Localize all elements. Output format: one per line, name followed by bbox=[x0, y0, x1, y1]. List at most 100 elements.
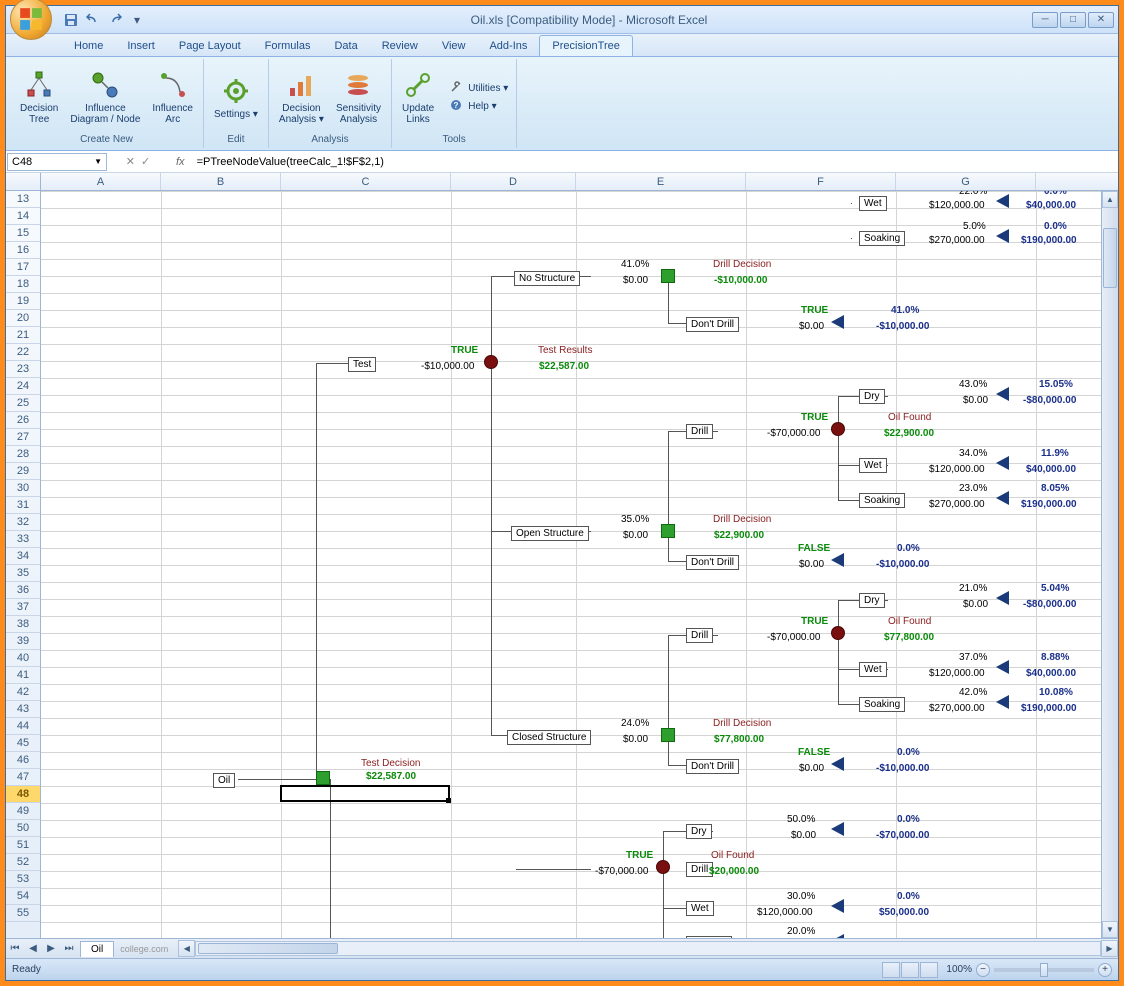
undo-icon[interactable] bbox=[84, 11, 102, 29]
row-header-41[interactable]: 41 bbox=[6, 667, 40, 684]
end-node-icon[interactable] bbox=[831, 553, 844, 567]
col-header-B[interactable]: B bbox=[161, 173, 281, 190]
decision-node-icon[interactable] bbox=[316, 771, 330, 785]
col-header-E[interactable]: E bbox=[576, 173, 746, 190]
utilities-button[interactable]: Utilities ▾ bbox=[448, 80, 510, 96]
col-header-A[interactable]: A bbox=[41, 173, 161, 190]
row-header-35[interactable]: 35 bbox=[6, 565, 40, 582]
row-header-42[interactable]: 42 bbox=[6, 684, 40, 701]
row-header-21[interactable]: 21 bbox=[6, 327, 40, 344]
chance-node-icon[interactable] bbox=[656, 860, 670, 874]
col-header-F[interactable]: F bbox=[746, 173, 896, 190]
first-sheet-button[interactable]: ⏮ bbox=[6, 941, 24, 957]
tree-node[interactable]: Drill bbox=[686, 628, 713, 643]
row-header-48[interactable]: 48 bbox=[6, 786, 40, 803]
scroll-right-button[interactable]: ▶ bbox=[1101, 940, 1118, 957]
tab-precisiontree[interactable]: PrecisionTree bbox=[539, 35, 632, 56]
vertical-scrollbar[interactable]: ▲ ▼ bbox=[1101, 191, 1118, 938]
tree-node[interactable]: No Structure bbox=[514, 271, 580, 286]
fx-icon[interactable]: fx bbox=[168, 156, 193, 168]
tree-node[interactable]: Soaking bbox=[686, 936, 732, 938]
influence-arc-button[interactable]: InfluenceArc bbox=[148, 67, 197, 127]
row-header-51[interactable]: 51 bbox=[6, 837, 40, 854]
row-header-34[interactable]: 34 bbox=[6, 548, 40, 565]
tree-node[interactable]: Dry bbox=[859, 389, 885, 404]
sensitivity-analysis-button[interactable]: SensitivityAnalysis bbox=[332, 67, 385, 127]
row-header-24[interactable]: 24 bbox=[6, 378, 40, 395]
col-header-D[interactable]: D bbox=[451, 173, 576, 190]
worksheet-grid[interactable]: OilTestNo StructureOpen StructureClosed … bbox=[41, 191, 1101, 938]
redo-icon[interactable] bbox=[106, 11, 124, 29]
tab-review[interactable]: Review bbox=[370, 36, 430, 56]
chance-node-icon[interactable] bbox=[831, 626, 845, 640]
zoom-level[interactable]: 100% bbox=[946, 964, 972, 975]
scroll-left-button[interactable]: ◀ bbox=[178, 940, 195, 957]
close-button[interactable]: ✕ bbox=[1088, 12, 1114, 28]
row-header-47[interactable]: 47 bbox=[6, 769, 40, 786]
row-header-27[interactable]: 27 bbox=[6, 429, 40, 446]
end-node-icon[interactable] bbox=[996, 194, 1009, 208]
last-sheet-button[interactable]: ⏭ bbox=[60, 941, 78, 957]
scroll-down-button[interactable]: ▼ bbox=[1102, 921, 1118, 938]
zoom-out-button[interactable]: − bbox=[976, 963, 990, 977]
tab-home[interactable]: Home bbox=[62, 36, 115, 56]
row-header-37[interactable]: 37 bbox=[6, 599, 40, 616]
row-header-14[interactable]: 14 bbox=[6, 208, 40, 225]
row-header-19[interactable]: 19 bbox=[6, 293, 40, 310]
tree-node[interactable]: Soaking bbox=[859, 231, 905, 246]
row-header-45[interactable]: 45 bbox=[6, 735, 40, 752]
tree-node[interactable]: Oil bbox=[213, 773, 235, 788]
decision-node-icon[interactable] bbox=[661, 269, 675, 283]
row-header-23[interactable]: 23 bbox=[6, 361, 40, 378]
settings-button[interactable]: Settings ▾ bbox=[210, 73, 262, 122]
end-node-icon[interactable] bbox=[996, 456, 1009, 470]
qat-dropdown-icon[interactable]: ▾ bbox=[128, 11, 146, 29]
minimize-button[interactable]: ─ bbox=[1032, 12, 1058, 28]
tree-node[interactable]: Don't Drill bbox=[686, 317, 739, 332]
chance-node-icon[interactable] bbox=[484, 355, 498, 369]
save-icon[interactable] bbox=[62, 11, 80, 29]
tree-node[interactable]: Soaking bbox=[859, 697, 905, 712]
cancel-icon[interactable]: ✕ bbox=[126, 155, 135, 168]
row-header-54[interactable]: 54 bbox=[6, 888, 40, 905]
tree-node[interactable]: Don't Drill bbox=[686, 555, 739, 570]
row-header-13[interactable]: 13 bbox=[6, 191, 40, 208]
row-header-32[interactable]: 32 bbox=[6, 514, 40, 531]
row-header-43[interactable]: 43 bbox=[6, 701, 40, 718]
row-header-39[interactable]: 39 bbox=[6, 633, 40, 650]
tree-node[interactable]: Dry bbox=[686, 824, 712, 839]
end-node-icon[interactable] bbox=[996, 387, 1009, 401]
row-header-30[interactable]: 30 bbox=[6, 480, 40, 497]
row-header-16[interactable]: 16 bbox=[6, 242, 40, 259]
tab-formulas[interactable]: Formulas bbox=[253, 36, 323, 56]
end-node-icon[interactable] bbox=[996, 491, 1009, 505]
formula-input[interactable]: =PTreeNodeValue(treeCalc_1!$F$2,1) bbox=[193, 154, 1118, 170]
decision-node-icon[interactable] bbox=[661, 728, 675, 742]
row-header-55[interactable]: 55 bbox=[6, 905, 40, 922]
end-node-icon[interactable] bbox=[996, 229, 1009, 243]
tree-node[interactable]: Don't Drill bbox=[686, 759, 739, 774]
col-header-C[interactable]: C bbox=[281, 173, 451, 190]
horizontal-scrollbar[interactable]: ◀ ▶ bbox=[178, 940, 1118, 957]
end-node-icon[interactable] bbox=[831, 899, 844, 913]
tree-node[interactable]: Open Structure bbox=[511, 526, 589, 541]
row-header-29[interactable]: 29 bbox=[6, 463, 40, 480]
zoom-slider[interactable] bbox=[994, 968, 1094, 972]
tab-add-ins[interactable]: Add-Ins bbox=[477, 36, 539, 56]
influence-diagram-node-button[interactable]: InfluenceDiagram / Node bbox=[66, 67, 144, 127]
tab-view[interactable]: View bbox=[430, 36, 478, 56]
maximize-button[interactable]: □ bbox=[1060, 12, 1086, 28]
row-header-52[interactable]: 52 bbox=[6, 854, 40, 871]
row-header-22[interactable]: 22 bbox=[6, 344, 40, 361]
row-header-46[interactable]: 46 bbox=[6, 752, 40, 769]
help-button[interactable]: ?Help ▾ bbox=[448, 98, 510, 114]
row-header-40[interactable]: 40 bbox=[6, 650, 40, 667]
row-header-53[interactable]: 53 bbox=[6, 871, 40, 888]
decision-tree-button[interactable]: DecisionTree bbox=[16, 67, 62, 127]
decision-node-icon[interactable] bbox=[661, 524, 675, 538]
row-header-26[interactable]: 26 bbox=[6, 412, 40, 429]
tree-node[interactable]: Closed Structure bbox=[507, 730, 591, 745]
row-header-18[interactable]: 18 bbox=[6, 276, 40, 293]
row-header-44[interactable]: 44 bbox=[6, 718, 40, 735]
tree-node[interactable]: Drill bbox=[686, 424, 713, 439]
